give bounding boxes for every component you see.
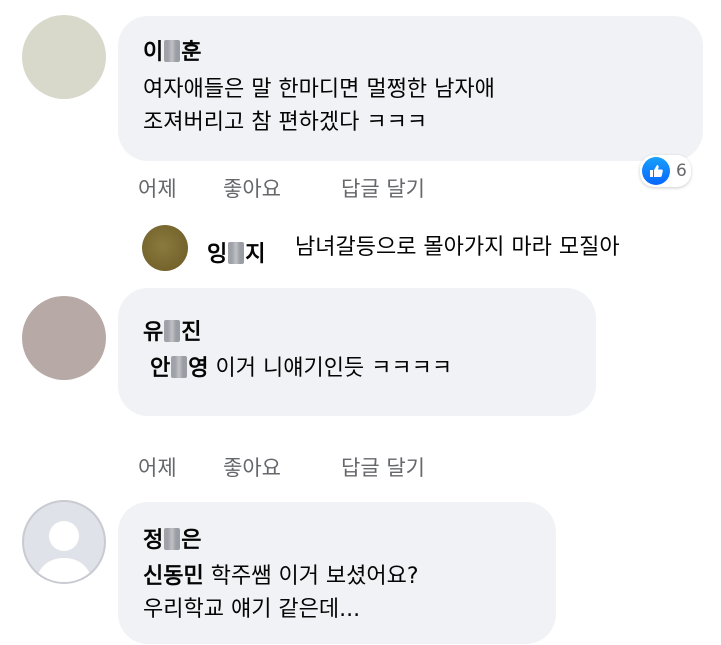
reply-text: 남녀갈등으로 몰아가지 마라 모질아	[295, 235, 620, 260]
thumbs-up-icon	[642, 157, 670, 185]
blurred-name-part	[171, 356, 188, 378]
avatar[interactable]	[22, 500, 106, 584]
comment-actions: 어제 좋아요 답글 달기	[138, 452, 458, 480]
reply-button[interactable]: 답글 달기	[341, 452, 425, 482]
comment-author[interactable]: 정은	[143, 522, 202, 554]
blurred-name-part	[228, 242, 245, 264]
blurred-name-part	[164, 528, 181, 550]
like-button[interactable]: 좋아요	[223, 452, 281, 482]
time-link[interactable]: 어제	[138, 173, 177, 203]
comment-text: 신동민 학주쌤 이거 보셨어요? 우리학교 얘기 같은데...	[143, 564, 419, 622]
avatar[interactable]	[22, 296, 106, 380]
mention-link[interactable]: 신동민	[143, 564, 204, 589]
default-profile-icon	[36, 521, 92, 582]
mention-link[interactable]: 안영	[150, 356, 209, 381]
reply-author[interactable]: 잉지	[207, 236, 266, 268]
blurred-name-part	[164, 40, 181, 62]
reaction-summary[interactable]: 6	[640, 155, 691, 187]
reply-button[interactable]: 답글 달기	[341, 173, 425, 203]
blurred-name-part	[164, 320, 181, 342]
comment-actions: 어제 좋아요 답글 달기	[138, 173, 458, 201]
comment-text: 여자애들은 말 한마디면 멀쩡한 남자애 조져버리고 참 편하겠다 ㅋㅋㅋ	[143, 77, 495, 135]
like-button[interactable]: 좋아요	[223, 173, 281, 203]
avatar[interactable]	[22, 15, 106, 99]
time-link[interactable]: 어제	[138, 452, 177, 482]
comment-text: 안영 이거 니얘기인듯 ㅋㅋㅋㅋ	[150, 356, 453, 381]
comment-author[interactable]: 유진	[143, 314, 202, 346]
reaction-count: 6	[676, 161, 687, 181]
avatar[interactable]	[142, 225, 188, 271]
comment-author[interactable]: 이훈	[143, 34, 202, 66]
